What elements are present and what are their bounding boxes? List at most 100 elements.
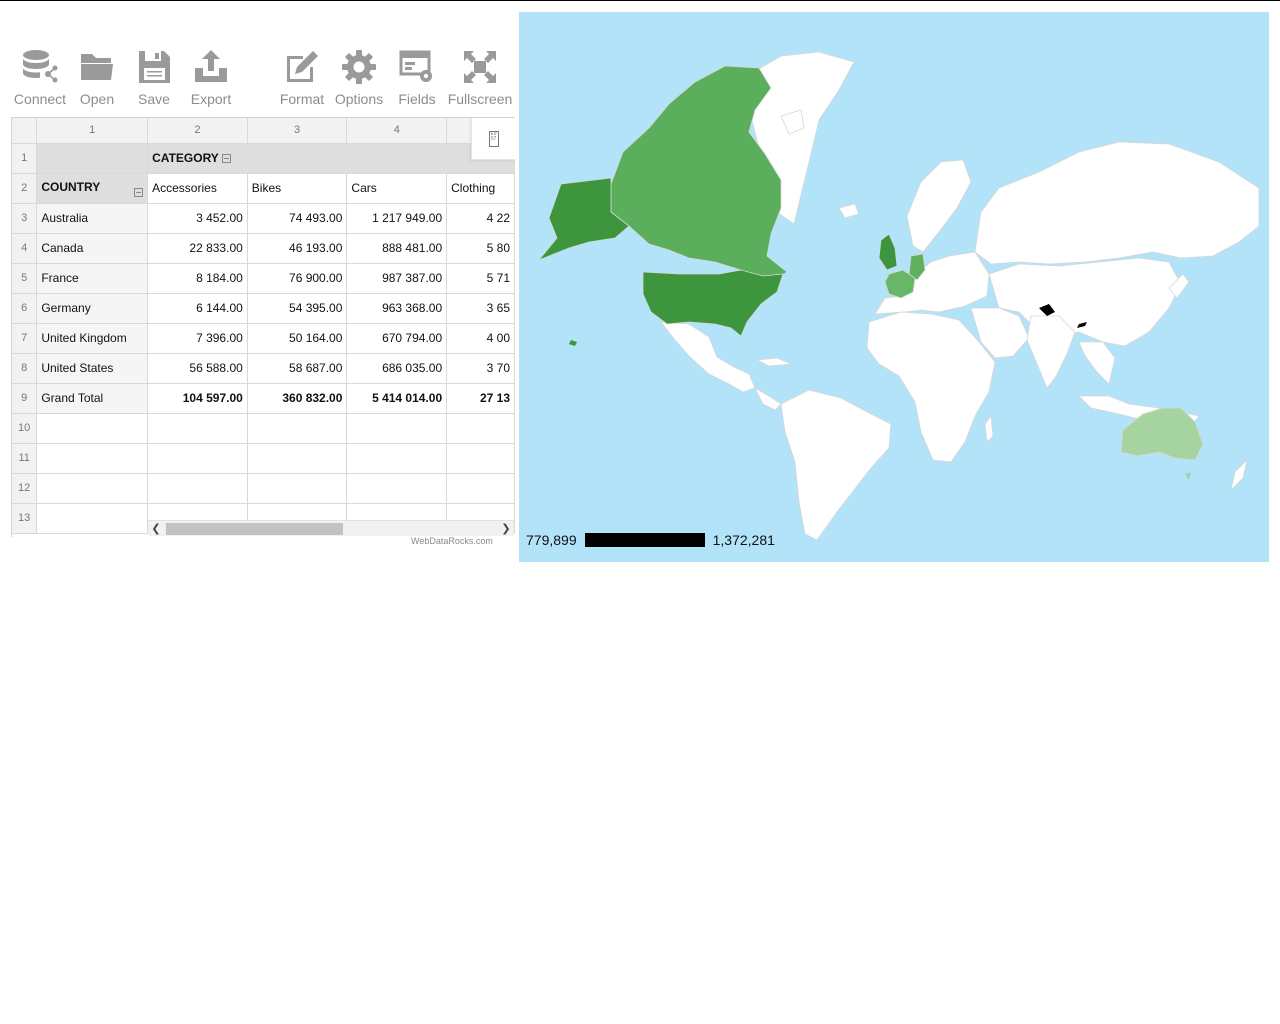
table-row: 6 Germany 6 144.00 54 395.00 963 368.00 … [12, 293, 515, 324]
value-cell[interactable]: 3 452.00 [147, 203, 248, 234]
empty-cell[interactable] [346, 413, 448, 444]
gear-icon [342, 50, 376, 84]
region-iceland [838, 203, 860, 219]
row-number: 9 [12, 383, 38, 414]
empty-cell[interactable] [36, 413, 149, 444]
grand-total-label[interactable]: Grand Total [36, 383, 149, 414]
row-number: 13 [12, 503, 38, 534]
row-number: 1 [12, 143, 38, 174]
geo-map: 779,899 1,372,281 [519, 12, 1269, 562]
country-cell[interactable]: United Kingdom [36, 323, 149, 354]
row-number: 4 [12, 233, 38, 264]
value-cell[interactable]: 58 687.00 [247, 353, 348, 384]
fullscreen-icon [464, 51, 496, 83]
value-cell[interactable]: 56 588.00 [147, 353, 248, 384]
value-cell[interactable]: 54 395.00 [247, 293, 348, 324]
category-field-header[interactable]: CATEGORY [147, 143, 515, 174]
value-cell[interactable]: 76 900.00 [247, 263, 348, 294]
empty-cell[interactable] [346, 473, 448, 504]
region-tasmania [1185, 472, 1191, 480]
country-cell[interactable]: France [36, 263, 149, 294]
value-cell[interactable]: 3 65 [446, 293, 515, 324]
value-cell[interactable]: 5 71 [446, 263, 515, 294]
country-cell[interactable]: United States [36, 353, 149, 384]
empty-cell[interactable] [147, 413, 248, 444]
category-header-cell[interactable]: Bikes [247, 173, 348, 204]
column-number: 1 [36, 118, 149, 144]
value-cell[interactable]: 50 164.00 [247, 323, 348, 354]
fields-button[interactable]: Fields [382, 40, 452, 110]
empty-cell[interactable] [346, 443, 448, 474]
empty-cell[interactable] [247, 413, 348, 444]
database-icon [23, 50, 58, 83]
country-cell[interactable]: Australia [36, 203, 149, 234]
row-number: 11 [12, 443, 38, 474]
value-cell[interactable]: 888 481.00 [346, 233, 448, 264]
value-cell[interactable]: 5 80 [446, 233, 515, 264]
fields-icon [399, 50, 432, 82]
filter-icon[interactable] [134, 187, 144, 197]
pivot-grid: 1 2 3 4 1 CATEGORY 2 COUNTRY Accessories… [11, 117, 515, 537]
table-row: 7 United Kingdom 7 396.00 50 164.00 670 … [12, 323, 515, 354]
total-cell[interactable]: 5 414 014.00 [346, 383, 448, 414]
empty-cell[interactable] [446, 473, 515, 504]
connect-label: Connect [13, 91, 67, 107]
floppy-icon [139, 51, 170, 83]
save-label: Save [138, 91, 170, 107]
table-row: 11 [12, 443, 515, 474]
empty-cell[interactable] [36, 443, 149, 474]
legend-max-value: 1,372,281 [712, 532, 775, 548]
empty-cell[interactable] [147, 473, 248, 504]
total-cell[interactable]: 27 13 [446, 383, 515, 414]
value-cell[interactable]: 4 22 [446, 203, 515, 234]
country-cell[interactable]: Canada [36, 233, 149, 264]
scroll-left-icon[interactable]: ❮ [148, 521, 164, 537]
value-cell[interactable]: 963 368.00 [346, 293, 448, 324]
value-cell[interactable]: 7 396.00 [147, 323, 248, 354]
region-scandinavia [906, 159, 972, 253]
value-cell[interactable]: 3 70 [446, 353, 515, 384]
row-number: 2 [12, 173, 38, 204]
value-cell[interactable]: 670 794.00 [346, 323, 448, 354]
category-header-cell[interactable]: Cars [346, 173, 448, 204]
region-russia [974, 141, 1260, 265]
empty-cell[interactable] [147, 443, 248, 474]
fullscreen-button[interactable]: Fullscreen [445, 40, 515, 110]
filter-icon[interactable] [221, 154, 231, 164]
value-cell[interactable]: 1 217 949.00 [346, 203, 448, 234]
country-field-header[interactable]: COUNTRY [36, 173, 149, 204]
country-cell[interactable]: Germany [36, 293, 149, 324]
region-southeast-asia [1078, 341, 1116, 385]
empty-cell[interactable] [446, 443, 515, 474]
value-cell[interactable]: 22 833.00 [147, 233, 248, 264]
empty-cell[interactable] [247, 473, 348, 504]
empty-cell[interactable] [36, 473, 149, 504]
horizontal-scrollbar[interactable]: ❮ ❯ [148, 520, 514, 536]
category-header-cell[interactable]: Accessories [147, 173, 248, 204]
total-cell[interactable]: 360 832.00 [247, 383, 348, 414]
value-cell[interactable]: 987 387.00 [346, 263, 448, 294]
scroll-right-icon[interactable]: ❯ [498, 521, 514, 537]
grand-total-row: 9 Grand Total 104 597.00 360 832.00 5 41… [12, 383, 515, 414]
empty-cell[interactable] [446, 413, 515, 444]
table-row: 2 COUNTRY Accessories Bikes Cars Clothin… [12, 173, 515, 204]
value-cell[interactable]: 74 493.00 [247, 203, 348, 234]
value-cell[interactable]: 686 035.00 [346, 353, 448, 384]
export-button[interactable]: Export [176, 40, 246, 110]
total-cell[interactable]: 104 597.00 [147, 383, 248, 414]
empty-cell[interactable] [247, 443, 348, 474]
webdatarocks-credit[interactable]: WebDataRocks.com [411, 536, 493, 546]
export-label: Export [190, 91, 232, 107]
empty-cell[interactable] [36, 503, 149, 534]
table-row: 5 France 8 184.00 76 900.00 987 387.00 5… [12, 263, 515, 294]
value-cell[interactable]: 46 193.00 [247, 233, 348, 264]
category-header-cell[interactable]: Clothing [446, 173, 515, 204]
column-number: 3 [247, 118, 348, 144]
table-row: 8 United States 56 588.00 58 687.00 686 … [12, 353, 515, 384]
country-field-label: COUNTRY [41, 179, 101, 194]
value-cell[interactable]: 4 00 [446, 323, 515, 354]
fields-list-toggle[interactable]: E9 07 [471, 118, 515, 160]
value-cell[interactable]: 8 184.00 [147, 263, 248, 294]
scrollbar-thumb[interactable] [166, 523, 343, 535]
value-cell[interactable]: 6 144.00 [147, 293, 248, 324]
